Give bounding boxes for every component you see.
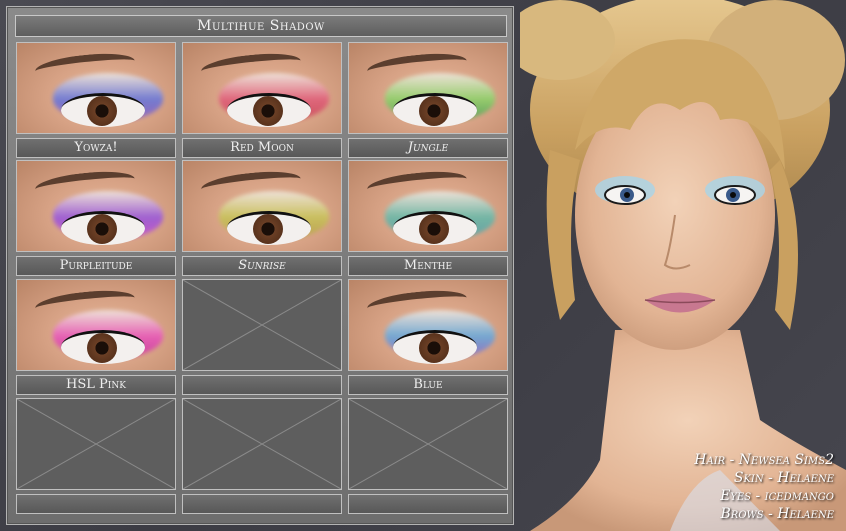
eyeshadow-swatch[interactable] (16, 42, 176, 134)
credit-brows: Brows - Helaene (720, 506, 835, 522)
eye-icon (61, 211, 145, 245)
credit-hair: Hair - Newsea Sims2 (694, 452, 834, 468)
empty-swatch-slot (348, 398, 508, 490)
eyeshadow-swatch[interactable] (348, 160, 508, 252)
swatch-label: Sunrise (182, 256, 342, 276)
swatch-label: Purpleitude (16, 256, 176, 276)
eyeshadow-swatch[interactable] (182, 42, 342, 134)
empty-swatch-slot (182, 398, 342, 490)
placeholder-cross-icon (349, 399, 507, 489)
eyeshadow-swatch[interactable] (16, 279, 176, 371)
iris (87, 214, 117, 244)
swatch-label: Menthe (348, 256, 508, 276)
eyeshadow-swatch[interactable] (182, 160, 342, 252)
eye-icon (393, 330, 477, 364)
iris (87, 333, 117, 363)
eye-icon (393, 211, 477, 245)
panel-title: Multihue Shadow (15, 15, 507, 37)
eyeshadow-swatch[interactable] (348, 279, 508, 371)
iris (253, 96, 283, 126)
swatch-label (182, 494, 342, 514)
placeholder-cross-icon (17, 399, 175, 489)
empty-swatch-slot (16, 398, 176, 490)
placeholder-cross-icon (183, 399, 341, 489)
swatch-label (348, 494, 508, 514)
placeholder-cross-icon (183, 280, 341, 370)
iris (419, 214, 449, 244)
credit-eyes: Eyes - icedmango (720, 488, 834, 504)
eye-icon (227, 211, 311, 245)
eyeshadow-swatch[interactable] (16, 160, 176, 252)
iris (87, 96, 117, 126)
credits-block: Hair - Newsea Sims2 Skin - Helaene Eyes … (694, 451, 834, 523)
swatch-label: Jungle (348, 138, 508, 158)
empty-swatch-slot (182, 279, 342, 371)
swatch-label (182, 375, 342, 395)
swatch-label: HSL Pink (16, 375, 176, 395)
eye-icon (61, 93, 145, 127)
swatch-label: Yowza! (16, 138, 176, 158)
iris (419, 96, 449, 126)
swatch-label (16, 494, 176, 514)
eye-icon (61, 330, 145, 364)
iris (253, 214, 283, 244)
eyeshadow-swatch[interactable] (348, 42, 508, 134)
swatch-label: Red Moon (182, 138, 342, 158)
swatch-label: Blue (348, 375, 508, 395)
model-portrait: Hair - Newsea Sims2 Skin - Helaene Eyes … (520, 0, 846, 531)
iris (419, 333, 449, 363)
eye-icon (393, 93, 477, 127)
eye-icon (227, 93, 311, 127)
credit-skin: Skin - Helaene (733, 470, 834, 486)
